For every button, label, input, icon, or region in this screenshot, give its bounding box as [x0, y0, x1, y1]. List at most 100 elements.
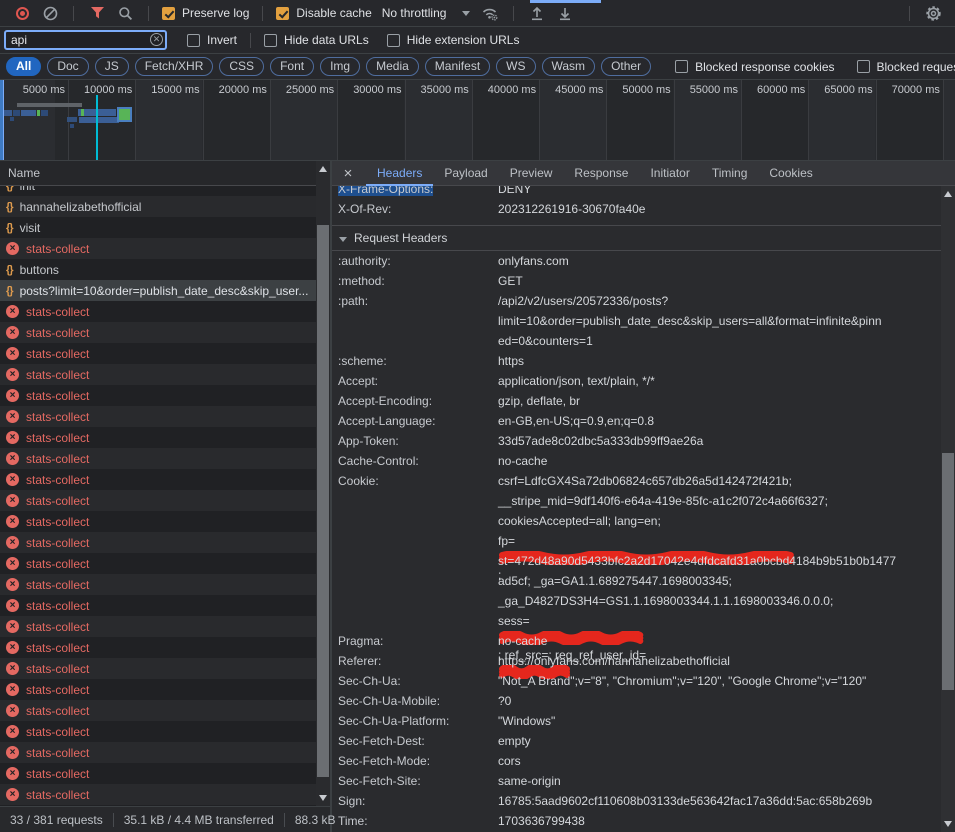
- request-row[interactable]: {}posts?limit=10&order=publish_date_desc…: [0, 280, 316, 301]
- request-row[interactable]: ×stats-collect: [0, 679, 316, 700]
- request-name: stats-collect: [26, 515, 89, 529]
- scrollbar-thumb[interactable]: [317, 225, 329, 777]
- request-row[interactable]: ×stats-collect: [0, 427, 316, 448]
- throttling-select[interactable]: No throttling: [382, 6, 471, 20]
- search-icon[interactable]: [116, 4, 134, 22]
- tab-cookies[interactable]: Cookies: [758, 161, 823, 186]
- scroll-down-icon[interactable]: [944, 821, 952, 827]
- close-icon[interactable]: ×: [340, 165, 356, 182]
- request-row[interactable]: ×stats-collect: [0, 700, 316, 721]
- throttling-value: No throttling: [382, 6, 447, 20]
- header-row: :scheme:https: [332, 351, 941, 371]
- export-har-icon[interactable]: [556, 4, 574, 22]
- import-har-icon[interactable]: [528, 4, 546, 22]
- request-row[interactable]: {}visit: [0, 217, 316, 238]
- tab-initiator[interactable]: Initiator: [639, 161, 700, 186]
- header-value-text: no-cache: [498, 634, 547, 648]
- filter-pill-doc[interactable]: Doc: [47, 57, 88, 76]
- request-row[interactable]: ×stats-collect: [0, 469, 316, 490]
- tab-response[interactable]: Response: [563, 161, 639, 186]
- request-row[interactable]: ×stats-collect: [0, 448, 316, 469]
- clear-filter-icon[interactable]: ✕: [150, 33, 163, 46]
- tab-timing[interactable]: Timing: [701, 161, 759, 186]
- header-value-text: en-GB,en-US;q=0.9,en;q=0.8: [498, 414, 654, 428]
- request-headers-section-header[interactable]: Request Headers: [332, 225, 941, 251]
- waterfall-bar: [41, 110, 48, 116]
- request-list-scrollbar[interactable]: [316, 161, 330, 806]
- request-row[interactable]: ×stats-collect: [0, 322, 316, 343]
- request-row[interactable]: ×stats-collect: [0, 364, 316, 385]
- header-name: X-Of-Rev:: [338, 199, 498, 219]
- request-row[interactable]: ×stats-collect: [0, 301, 316, 322]
- timeline-overview[interactable]: 5000 ms10000 ms15000 ms20000 ms25000 ms3…: [0, 80, 955, 161]
- settings-gear-icon[interactable]: [924, 4, 942, 22]
- header-value-line: ?0: [498, 691, 941, 711]
- filter-pill-ws[interactable]: WS: [496, 57, 535, 76]
- network-conditions-icon[interactable]: [481, 4, 499, 22]
- details-scrollbar[interactable]: [941, 186, 955, 832]
- filter-pill-wasm[interactable]: Wasm: [542, 57, 596, 76]
- request-row[interactable]: ×stats-collect: [0, 490, 316, 511]
- request-row[interactable]: ×stats-collect: [0, 511, 316, 532]
- header-row: Accept-Language:en-GB,en-US;q=0.9,en;q=0…: [332, 411, 941, 431]
- clear-icon[interactable]: [41, 4, 59, 22]
- scroll-up-icon[interactable]: [944, 191, 952, 197]
- request-row[interactable]: ×stats-collect: [0, 721, 316, 742]
- request-row[interactable]: ×stats-collect: [0, 238, 316, 259]
- tab-headers[interactable]: Headers: [366, 161, 433, 186]
- fetch-icon: {}: [6, 186, 13, 192]
- filter-pill-js[interactable]: JS: [95, 57, 129, 76]
- invert-checkbox[interactable]: Invert: [187, 33, 237, 47]
- filter-pill-fetch-xhr[interactable]: Fetch/XHR: [135, 57, 214, 76]
- request-row[interactable]: × stats-collect: [0, 553, 316, 574]
- request-row[interactable]: ×stats-collect: [0, 406, 316, 427]
- request-row[interactable]: ×stats-collect: [0, 658, 316, 679]
- header-value-line: same-origin: [498, 771, 941, 791]
- request-row[interactable]: ×stats-collect: [0, 763, 316, 784]
- overview-drag-handle[interactable]: [0, 80, 4, 161]
- filter-pill-css[interactable]: CSS: [219, 57, 264, 76]
- request-name: stats-collect: [26, 557, 89, 571]
- record-icon[interactable]: [13, 4, 31, 22]
- header-row: X-Frame-Options:DENY: [332, 186, 941, 199]
- filter-pill-other[interactable]: Other: [601, 57, 651, 76]
- checkbox-icon: [857, 60, 870, 73]
- header-value-line: ad5cf; _ga=GA1.1.689275447.1698003345;: [498, 571, 941, 591]
- header-value: "Not_A Brand";v="8", "Chromium";v="120",…: [498, 671, 941, 691]
- failed-icon: ×: [6, 704, 19, 717]
- request-row[interactable]: ×stats-collect: [0, 742, 316, 763]
- request-row[interactable]: {}buttons: [0, 259, 316, 280]
- request-row[interactable]: ×stats-collect: [0, 595, 316, 616]
- preserve-log-checkbox[interactable]: Preserve log: [162, 6, 249, 20]
- request-row[interactable]: ×stats-collect: [0, 574, 316, 595]
- hide-extension-urls-checkbox[interactable]: Hide extension URLs: [387, 33, 520, 47]
- request-row[interactable]: ×stats-collect: [0, 637, 316, 658]
- tab-preview[interactable]: Preview: [499, 161, 564, 186]
- filter-icon[interactable]: [88, 4, 106, 22]
- request-row[interactable]: {}hannahelizabethofficial: [0, 196, 316, 217]
- filter-pill-img[interactable]: Img: [320, 57, 360, 76]
- request-row[interactable]: ×stats-collect: [0, 385, 316, 406]
- scroll-up-icon[interactable]: [319, 166, 327, 172]
- blocked-response-cookies-checkbox[interactable]: Blocked response cookies: [675, 60, 834, 74]
- filter-pill-all[interactable]: All: [6, 57, 41, 76]
- scrollbar-thumb[interactable]: [942, 453, 954, 690]
- request-name: stats-collect: [26, 683, 89, 697]
- tab-payload[interactable]: Payload: [433, 161, 498, 186]
- disable-cache-checkbox[interactable]: Disable cache: [276, 6, 371, 20]
- failed-icon: ×: [6, 557, 19, 570]
- filter-pill-media[interactable]: Media: [366, 57, 419, 76]
- timeline-gridline: [472, 80, 473, 160]
- request-row[interactable]: ×stats-collect: [0, 784, 316, 805]
- scroll-down-icon[interactable]: [319, 795, 327, 801]
- request-row[interactable]: ×stats-collect: [0, 616, 316, 637]
- blocked-requests-checkbox[interactable]: Blocked requests: [857, 60, 955, 74]
- filter-pill-font[interactable]: Font: [270, 57, 314, 76]
- filter-pill-manifest[interactable]: Manifest: [425, 57, 490, 76]
- request-row[interactable]: {}init: [0, 186, 316, 196]
- name-column-header[interactable]: Name: [0, 161, 316, 186]
- hide-data-urls-checkbox[interactable]: Hide data URLs: [264, 33, 369, 47]
- request-row[interactable]: ×stats-collect: [0, 532, 316, 553]
- filter-input[interactable]: [4, 30, 167, 50]
- request-row[interactable]: ×stats-collect: [0, 343, 316, 364]
